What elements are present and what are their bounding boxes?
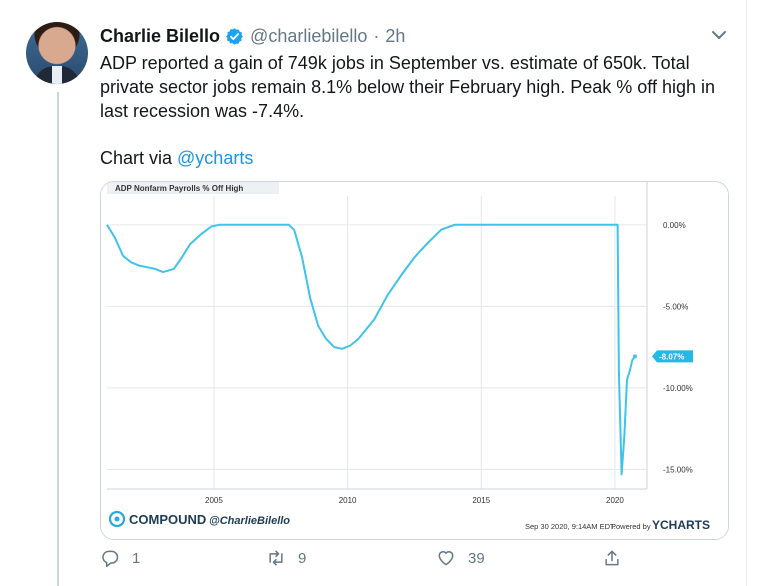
chart-credit-prefix: Chart via [100,148,178,168]
tweet-body: ADP reported a gain of 749k jobs in Sept… [100,53,715,121]
compound-logo-dot [114,516,120,522]
last-value-group: -8.07% [652,350,693,363]
mention-link[interactable]: @ycharts [177,148,253,168]
reply-button[interactable]: 1 [100,548,140,568]
x-tick-label: 2015 [472,496,490,505]
chart-credit: Chart via @ycharts [100,146,253,170]
powered-by-label: Powered by [611,522,651,531]
compound-logo-text: COMPOUND [129,512,206,527]
x-tick-label: 2020 [606,496,624,505]
reply-icon [102,550,119,568]
chart-date-stamp: Sep 30 2020, 9:14AM EDT. [525,522,616,531]
thread-line [57,92,59,586]
reply-count: 1 [132,549,141,567]
compound-logo-handle: @CharlieBilello [209,515,290,527]
tweet-actions: 1 9 39 [0,548,758,576]
y-tick-label: -10.00% [663,384,693,393]
retweet-button[interactable]: 9 [266,548,306,568]
like-button[interactable]: 39 [436,548,485,568]
author-handle[interactable]: @charliebilello [250,26,367,47]
author-name[interactable]: Charlie Bilello [100,26,220,47]
last-value-label: -8.07% [659,352,684,361]
share-icon [605,550,619,566]
chart: ADP Nonfarm Payrolls % Off High 0.00% -5.… [101,182,728,539]
tweet-time[interactable]: 2h [385,26,405,47]
avatar[interactable] [26,22,88,84]
like-icon [438,551,454,566]
series-end-point [632,354,637,359]
chart-image-card[interactable]: ADP Nonfarm Payrolls % Off High 0.00% -5.… [100,181,729,540]
retweet-icon [269,550,283,566]
verified-badge-icon [225,27,244,46]
x-tick-label: 2005 [205,496,223,505]
y-tick-label: 0.00% [663,221,686,230]
tweet-header: Charlie Bilello @charliebilello · 2h [100,24,405,48]
time-separator: · [373,25,380,46]
timeline-border [746,0,747,586]
chevron-down-icon[interactable] [708,24,730,46]
share-button[interactable] [602,548,634,568]
like-count: 39 [468,549,485,567]
compound-logo: COMPOUND @CharlieBilello [108,510,290,528]
x-tick-label: 2010 [339,496,357,505]
avatar-shirt [52,66,62,84]
y-tick-label: -5.00% [663,302,688,311]
retweet-count: 9 [298,549,307,567]
chart-background [101,182,728,539]
y-tick-label: -15.00% [663,465,693,474]
chart-title: ADP Nonfarm Payrolls % Off High [115,184,243,193]
ycharts-brand: YCHARTS [652,518,710,532]
tweet-text: ADP reported a gain of 749k jobs in Sept… [100,51,740,123]
